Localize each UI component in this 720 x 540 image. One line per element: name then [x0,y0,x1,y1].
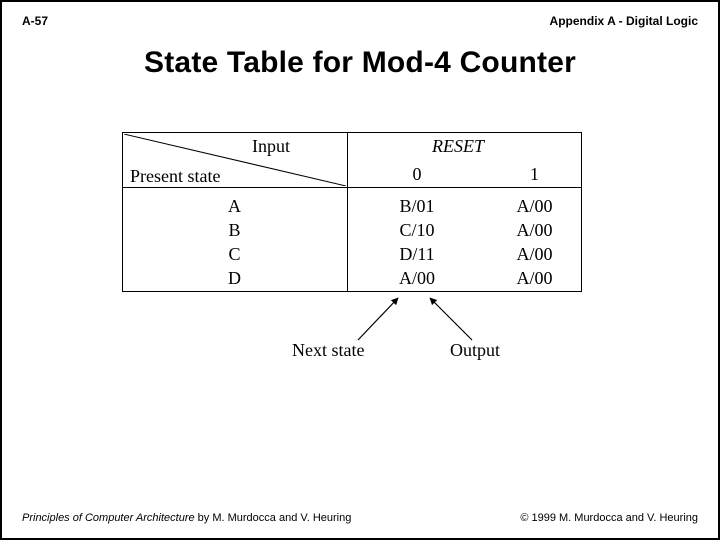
table-border-top [122,132,582,133]
cell-r3c0: A/00 [347,268,487,289]
col-header-0: 0 [347,164,487,185]
state-table-figure: Input RESET Present state 0 1 A B/01 A/0… [122,132,602,372]
cell-r1c0: C/10 [347,220,487,241]
book-byline: by M. Murdocca and V. Heuring [195,512,352,524]
cell-r3c1: A/00 [487,268,582,289]
page-number: A-57 [22,14,48,28]
input-header: Input [252,136,290,157]
slide-header: A-57 Appendix A - Digital Logic [22,14,698,28]
state-cell: B [122,220,347,241]
col-header-1: 1 [487,164,582,185]
present-state-header: Present state [130,166,220,187]
reset-header: RESET [432,136,484,157]
cell-r0c0: B/01 [347,196,487,217]
slide-title: State Table for Mod-4 Counter [22,46,698,80]
slide-frame: A-57 Appendix A - Digital Logic State Ta… [0,0,720,540]
output-label: Output [450,340,500,361]
table-divider-row [122,187,582,188]
copyright: © 1999 M. Murdocca and V. Heuring [520,512,698,524]
state-cell: A [122,196,347,217]
annotation-arrows: Next state Output [122,292,582,362]
cell-r2c0: D/11 [347,244,487,265]
book-title: Principles of Computer Architecture [22,512,195,524]
cell-r2c1: A/00 [487,244,582,265]
cell-r1c1: A/00 [487,220,582,241]
appendix-title: Appendix A - Digital Logic [550,14,698,28]
state-cell: C [122,244,347,265]
state-table: Input RESET Present state 0 1 A B/01 A/0… [122,132,582,292]
next-state-label: Next state [292,340,364,361]
state-cell: D [122,268,347,289]
slide-footer: Principles of Computer Architecture by M… [22,512,698,524]
cell-r0c1: A/00 [487,196,582,217]
book-citation: Principles of Computer Architecture by M… [22,512,351,524]
